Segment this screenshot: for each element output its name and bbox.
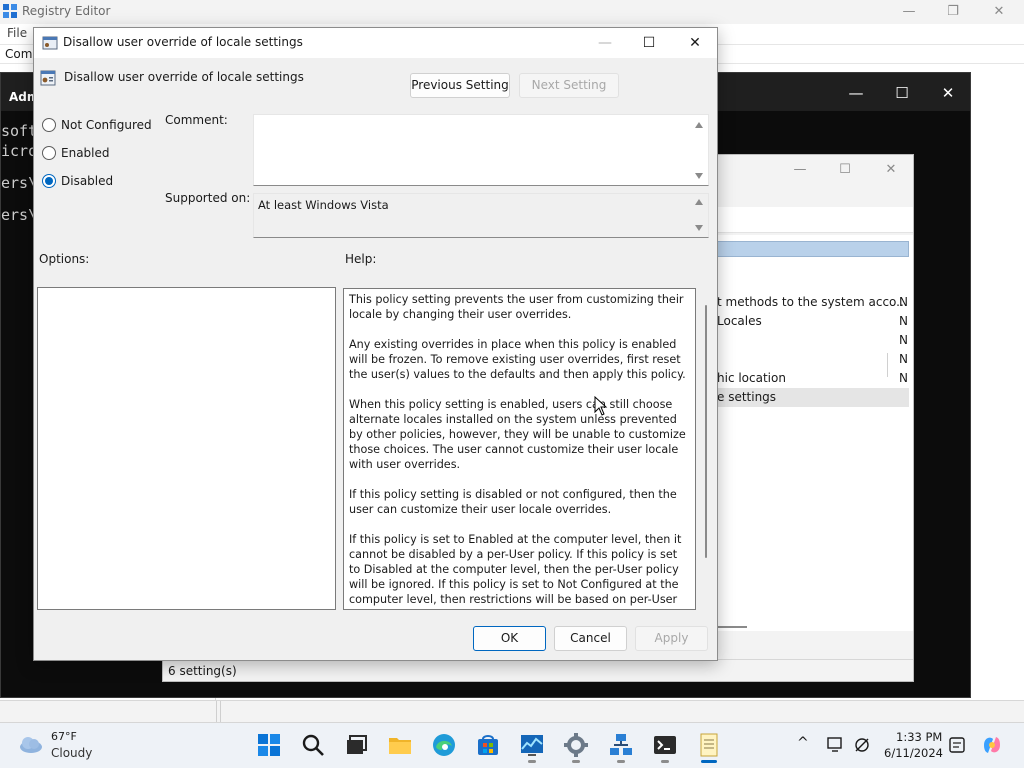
registry-minimize-button[interactable]: — bbox=[886, 2, 932, 22]
status-divider bbox=[216, 701, 217, 723]
registry-close-button[interactable]: ✕ bbox=[976, 2, 1022, 22]
gpe-setting-row[interactable]: N bbox=[717, 350, 909, 369]
help-label: Help: bbox=[345, 252, 377, 266]
help-scrollbar[interactable] bbox=[705, 305, 707, 558]
terminal-icon[interactable] bbox=[651, 731, 679, 759]
group-policy-icon[interactable] bbox=[607, 731, 635, 759]
running-indicator bbox=[661, 760, 669, 763]
help-paragraph: This policy setting prevents the user fr… bbox=[349, 293, 684, 321]
terminal-line: ers\ bbox=[1, 174, 38, 192]
file-explorer-icon[interactable] bbox=[386, 731, 414, 759]
policy-setting-icon bbox=[40, 70, 56, 86]
cloud-weather-icon[interactable] bbox=[18, 734, 44, 754]
radio-circle[interactable] bbox=[42, 146, 56, 160]
terminal-close-button[interactable]: ✕ bbox=[925, 81, 971, 105]
help-paragraph: If this policy setting is disabled or no… bbox=[349, 488, 677, 516]
dialog-title-bar[interactable]: Disallow user override of locale setting… bbox=[34, 28, 717, 58]
settings-gear-icon[interactable] bbox=[562, 731, 590, 759]
clock-date[interactable]: 6/11/2024 bbox=[884, 746, 943, 760]
terminal-minimize-button[interactable]: — bbox=[833, 81, 879, 105]
help-panel[interactable]: This policy setting prevents the user fr… bbox=[343, 288, 696, 610]
previous-setting-button[interactable]: Previous Setting bbox=[410, 73, 510, 98]
running-indicator bbox=[528, 760, 536, 763]
weather-temperature[interactable]: 67°F bbox=[51, 730, 77, 743]
next-setting-button[interactable]: Next Setting bbox=[519, 73, 619, 98]
radio-circle[interactable] bbox=[42, 118, 56, 132]
gpe-setting-row[interactable]: N bbox=[717, 331, 909, 350]
registry-title-bar[interactable]: Registry Editor — ❐ ✕ bbox=[0, 0, 1024, 24]
gpe-minimize-button[interactable]: — bbox=[777, 159, 823, 181]
comment-label: Comment: bbox=[165, 113, 228, 127]
taskbar: 67°F Cloudy ^ 1:33 PM 6/11/2024 bbox=[0, 722, 1024, 768]
gpe-setting-row[interactable]: t methods to the system acco... N bbox=[717, 293, 909, 312]
resource-monitor-icon[interactable] bbox=[518, 731, 546, 759]
registry-editor-icon bbox=[3, 4, 17, 18]
display-icon[interactable] bbox=[827, 736, 845, 754]
dialog-close-button[interactable]: ✕ bbox=[672, 30, 718, 56]
clock-time[interactable]: 1:33 PM bbox=[896, 730, 942, 744]
mouse-cursor-icon bbox=[594, 396, 608, 416]
gpe-status-bar: 6 setting(s) bbox=[163, 659, 913, 681]
dialog-minimize-button[interactable]: — bbox=[582, 30, 628, 56]
options-panel bbox=[37, 287, 336, 610]
network-disconnected-icon[interactable] bbox=[853, 736, 871, 754]
terminal-output: soft icro ers\ ers\ bbox=[1, 121, 37, 225]
gpe-column-header[interactable] bbox=[717, 241, 909, 257]
help-paragraph: Any existing overrides in place when thi… bbox=[349, 338, 686, 381]
notepad-icon[interactable] bbox=[695, 731, 723, 759]
gpe-setting-row[interactable]: hic location N bbox=[717, 369, 909, 388]
dialog-maximize-button[interactable]: ☐ bbox=[626, 30, 672, 56]
weather-condition[interactable]: Cloudy bbox=[51, 746, 92, 760]
gpe-status-text: 6 setting(s) bbox=[168, 664, 237, 678]
chevron-up-icon[interactable]: ^ bbox=[797, 735, 809, 751]
terminal-line: ers\ bbox=[1, 206, 38, 224]
registry-title: Registry Editor bbox=[22, 4, 111, 18]
windows-start-icon[interactable] bbox=[255, 731, 283, 759]
scroll-down-icon[interactable] bbox=[695, 225, 703, 231]
dialog-title: Disallow user override of locale setting… bbox=[63, 35, 303, 49]
scroll-down-icon[interactable] bbox=[695, 173, 703, 179]
policy-setting-dialog: Disallow user override of locale setting… bbox=[33, 27, 718, 661]
notification-icon[interactable] bbox=[948, 736, 966, 754]
apply-button[interactable]: Apply bbox=[635, 626, 708, 651]
terminal-line: icro bbox=[1, 142, 38, 160]
microsoft-store-icon[interactable] bbox=[474, 731, 502, 759]
radio-circle-selected[interactable] bbox=[42, 174, 56, 188]
registry-maximize-button[interactable]: ❐ bbox=[930, 2, 976, 22]
scroll-up-icon[interactable] bbox=[695, 199, 703, 205]
registry-status-bar bbox=[0, 700, 1024, 723]
edge-browser-icon[interactable] bbox=[430, 731, 458, 759]
supported-on-value: At least Windows Vista bbox=[258, 198, 389, 212]
comment-textarea[interactable] bbox=[253, 114, 709, 186]
task-view-icon[interactable] bbox=[342, 731, 370, 759]
copilot-icon[interactable] bbox=[980, 733, 1004, 757]
status-divider bbox=[220, 701, 221, 723]
gpe-setting-row-selected[interactable]: e settings bbox=[717, 388, 909, 407]
policy-icon bbox=[42, 36, 58, 50]
supported-on-label: Supported on: bbox=[165, 191, 251, 205]
gpe-horizontal-scrollbar[interactable] bbox=[717, 626, 747, 628]
running-indicator bbox=[572, 760, 580, 763]
search-icon[interactable] bbox=[299, 731, 327, 759]
ok-button[interactable]: OK bbox=[473, 626, 546, 651]
registry-menu-file[interactable]: File bbox=[7, 26, 27, 40]
supported-on-field: At least Windows Vista bbox=[253, 193, 709, 238]
help-paragraph: When this policy setting is enabled, use… bbox=[349, 398, 686, 471]
help-paragraph: If this policy is set to Enabled at the … bbox=[349, 533, 682, 609]
gpe-setting-row[interactable]: Locales N bbox=[717, 312, 909, 331]
terminal-line: soft bbox=[1, 122, 38, 140]
cancel-button[interactable]: Cancel bbox=[554, 626, 627, 651]
running-indicator bbox=[617, 760, 625, 763]
gpe-close-button[interactable]: ✕ bbox=[868, 159, 914, 181]
policy-heading: Disallow user override of locale setting… bbox=[64, 70, 304, 84]
terminal-maximize-button[interactable]: ☐ bbox=[879, 81, 925, 105]
scroll-up-icon[interactable] bbox=[695, 122, 703, 128]
gpe-maximize-button[interactable]: ☐ bbox=[822, 159, 868, 181]
active-app-indicator bbox=[701, 760, 717, 763]
options-label: Options: bbox=[39, 252, 90, 266]
